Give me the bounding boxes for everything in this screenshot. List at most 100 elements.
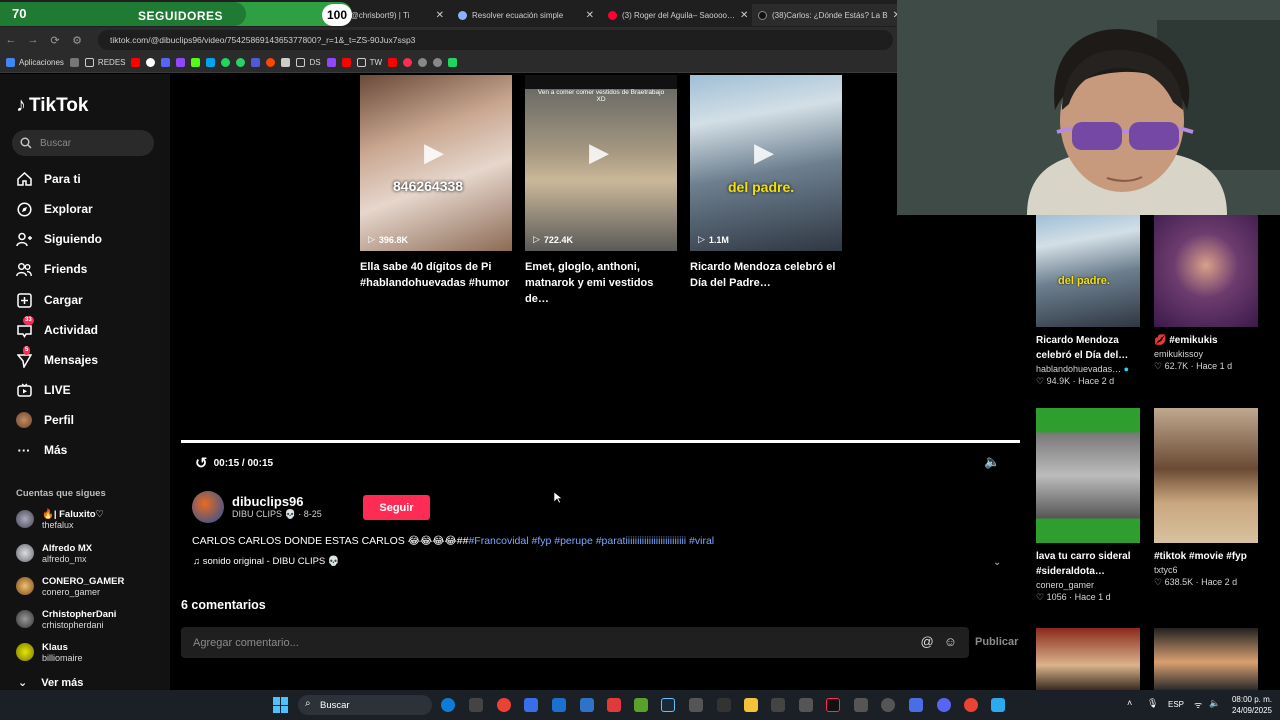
- related-video-card[interactable]: Ven a comer comer vestidos de Braetrabaj…: [525, 75, 677, 251]
- discord-icon[interactable]: [937, 698, 951, 712]
- app-bookmark-icon[interactable]: [403, 58, 413, 67]
- see-more-link[interactable]: ⌄ Ver más: [18, 676, 83, 690]
- sidebar-item-actividad[interactable]: 33 Actividad: [16, 316, 98, 341]
- following-account[interactable]: Alfredo MX alfredo_mx: [16, 539, 92, 567]
- grid-icon[interactable]: [69, 58, 79, 67]
- volume-icon[interactable]: 🔈: [1209, 698, 1220, 709]
- following-account[interactable]: CONERO_GAMER conero_gamer: [16, 572, 124, 600]
- following-account[interactable]: 🔥| Faluxito♡ thefalux: [16, 505, 104, 533]
- recommendation-thumbnail[interactable]: [1154, 628, 1258, 690]
- volume-icon[interactable]: 🔈: [984, 454, 1000, 470]
- reddit-bookmark-icon[interactable]: [266, 58, 276, 67]
- emoji-icon[interactable]: ☺: [944, 634, 957, 649]
- chevron-up-icon[interactable]: ˄: [1127, 698, 1132, 708]
- mention-icon[interactable]: @: [921, 634, 934, 649]
- whatsapp-bookmark-icon[interactable]: [236, 58, 246, 67]
- sidebar-item-cargar[interactable]: Cargar: [16, 289, 83, 311]
- youtube-bookmark-icon[interactable]: [131, 58, 141, 67]
- search-input[interactable]: Buscar: [12, 130, 154, 156]
- forward-icon[interactable]: →: [22, 34, 44, 46]
- app-bookmark-icon[interactable]: [433, 58, 443, 67]
- publish-button[interactable]: Publicar: [975, 636, 1018, 648]
- reload-icon[interactable]: ⟳: [44, 34, 66, 47]
- related-video-card[interactable]: del padre. ▶ ▷ 1.1M: [690, 75, 842, 251]
- twitch-bookmark-icon[interactable]: [326, 58, 336, 67]
- back-icon[interactable]: ←: [0, 34, 22, 46]
- sidebar-item-explorar[interactable]: Explorar: [16, 198, 93, 220]
- app-icon[interactable]: [524, 698, 538, 712]
- app-bookmark-icon[interactable]: [251, 58, 261, 67]
- sidebar-item-live[interactable]: LIVE: [16, 379, 71, 401]
- site-settings-icon[interactable]: ⚙: [66, 34, 88, 47]
- tab-close-icon[interactable]: ✕: [740, 10, 748, 21]
- telegram-icon[interactable]: [991, 698, 1005, 712]
- app-icon[interactable]: [854, 698, 868, 712]
- bookmark-folder-tw[interactable]: TW: [356, 58, 382, 67]
- sidebar-item-mas[interactable]: ··· Más: [16, 439, 68, 461]
- wifi-icon[interactable]: ᯤ: [1194, 698, 1202, 711]
- youtube-bookmark-icon[interactable]: [341, 58, 351, 67]
- recommendation-card[interactable]: #tiktok #movie #fyp txtyc6 ♡ 638.5K · Ha…: [1154, 408, 1258, 588]
- bookmark-folder-redes[interactable]: REDES: [84, 58, 125, 67]
- related-video-title[interactable]: Ella sabe 40 dígitos de Pi #hablandohuev…: [360, 259, 515, 291]
- app-icon[interactable]: [881, 698, 895, 712]
- caption-hashtags[interactable]: #Francovidal #fyp #perupe #paratiiiiiiii…: [468, 535, 714, 547]
- steam-icon[interactable]: [661, 698, 675, 712]
- tiktok-icon[interactable]: [826, 698, 840, 712]
- bookmark-folder-ds[interactable]: DS: [296, 58, 321, 67]
- recommendation-thumbnail[interactable]: [1036, 628, 1140, 690]
- language-indicator[interactable]: ESP: [1168, 700, 1184, 709]
- twitch-bookmark-icon[interactable]: [176, 58, 186, 67]
- app-icon[interactable]: [552, 698, 566, 712]
- edge-icon[interactable]: [441, 698, 455, 712]
- follow-button[interactable]: Seguir: [363, 495, 430, 520]
- recommendation-card[interactable]: lava tu carro sideral #sideraldota… cone…: [1036, 408, 1140, 603]
- tab-close-icon[interactable]: ✕: [436, 10, 444, 21]
- tab-youtube[interactable]: (3) Roger del Aguila– Saoooo… ✕: [602, 4, 750, 26]
- app-icon[interactable]: [771, 698, 785, 712]
- google-bookmark-icon[interactable]: [146, 58, 156, 67]
- taskbar-clock[interactable]: 08:00 p. m. 24/09/2025: [1228, 694, 1272, 716]
- following-account[interactable]: CrhistopherDani crhistopherdani: [16, 605, 116, 633]
- related-video-title[interactable]: Ricardo Mendoza celebró el Día del Padre…: [690, 259, 845, 291]
- kick-bookmark-icon[interactable]: [191, 58, 201, 67]
- file-explorer-icon[interactable]: [744, 698, 758, 712]
- sidebar-item-para-ti[interactable]: Para ti: [16, 168, 81, 190]
- youtube-bookmark-icon[interactable]: [388, 58, 398, 67]
- url-field[interactable]: tiktok.com/@dibuclips96/video/7542586914…: [98, 30, 893, 50]
- windows-start-icon[interactable]: [273, 697, 289, 713]
- microphone-icon[interactable]: 🎙: [1147, 698, 1158, 709]
- tab-resolver[interactable]: Resolver ecuación simple ✕: [452, 4, 600, 26]
- chrome-icon[interactable]: [497, 698, 511, 712]
- minecraft-icon[interactable]: [634, 698, 648, 712]
- replay-icon[interactable]: ↺: [195, 454, 208, 472]
- app-icon[interactable]: [689, 698, 703, 712]
- tiktok-logo[interactable]: ♪ TikTok: [16, 94, 88, 117]
- tab-carlos-active[interactable]: (38)Carlos: ¿Dónde Estás? La B ✕: [752, 4, 897, 26]
- related-video-card[interactable]: 846264338 ▶ ▷ 396.8K: [360, 75, 512, 251]
- spotify-bookmark-icon[interactable]: [221, 58, 231, 67]
- author-name[interactable]: dibuclips96: [232, 494, 322, 509]
- taskbar-search[interactable]: ⌕ Buscar: [298, 695, 432, 715]
- sidebar-item-mensajes[interactable]: 5 Mensajes: [16, 346, 98, 371]
- comment-input[interactable]: Agregar comentario... @ ☺: [181, 627, 969, 658]
- app-bookmark-icon[interactable]: [418, 58, 428, 67]
- recommendation-card[interactable]: del padre. Ricardo Mendoza celebró el Dí…: [1036, 215, 1140, 387]
- author-avatar[interactable]: [192, 491, 224, 523]
- app-icon[interactable]: [580, 698, 594, 712]
- app-icon[interactable]: [469, 698, 483, 712]
- chrome-icon[interactable]: [964, 698, 978, 712]
- chevron-down-icon[interactable]: ⌄: [993, 557, 1001, 568]
- app-icon[interactable]: [799, 698, 813, 712]
- recommendation-card[interactable]: 💋 #emikukis emikukissoy ♡ 62.7K · Hace 1…: [1154, 215, 1258, 372]
- sidebar-item-perfil[interactable]: Perfil: [16, 409, 74, 431]
- related-video-title[interactable]: Emet, gloglo, anthoni, matnarok y emi ve…: [525, 259, 680, 307]
- tab-close-icon[interactable]: ✕: [586, 10, 594, 21]
- sidebar-item-friends[interactable]: Friends: [16, 258, 87, 280]
- app-bookmark-icon[interactable]: [281, 58, 291, 67]
- app-icon[interactable]: [909, 698, 923, 712]
- sidebar-item-siguiendo[interactable]: Siguiendo: [16, 228, 102, 250]
- app-icon[interactable]: [607, 698, 621, 712]
- app-bookmark-icon[interactable]: [206, 58, 216, 67]
- video-progress-bar[interactable]: [181, 440, 1020, 443]
